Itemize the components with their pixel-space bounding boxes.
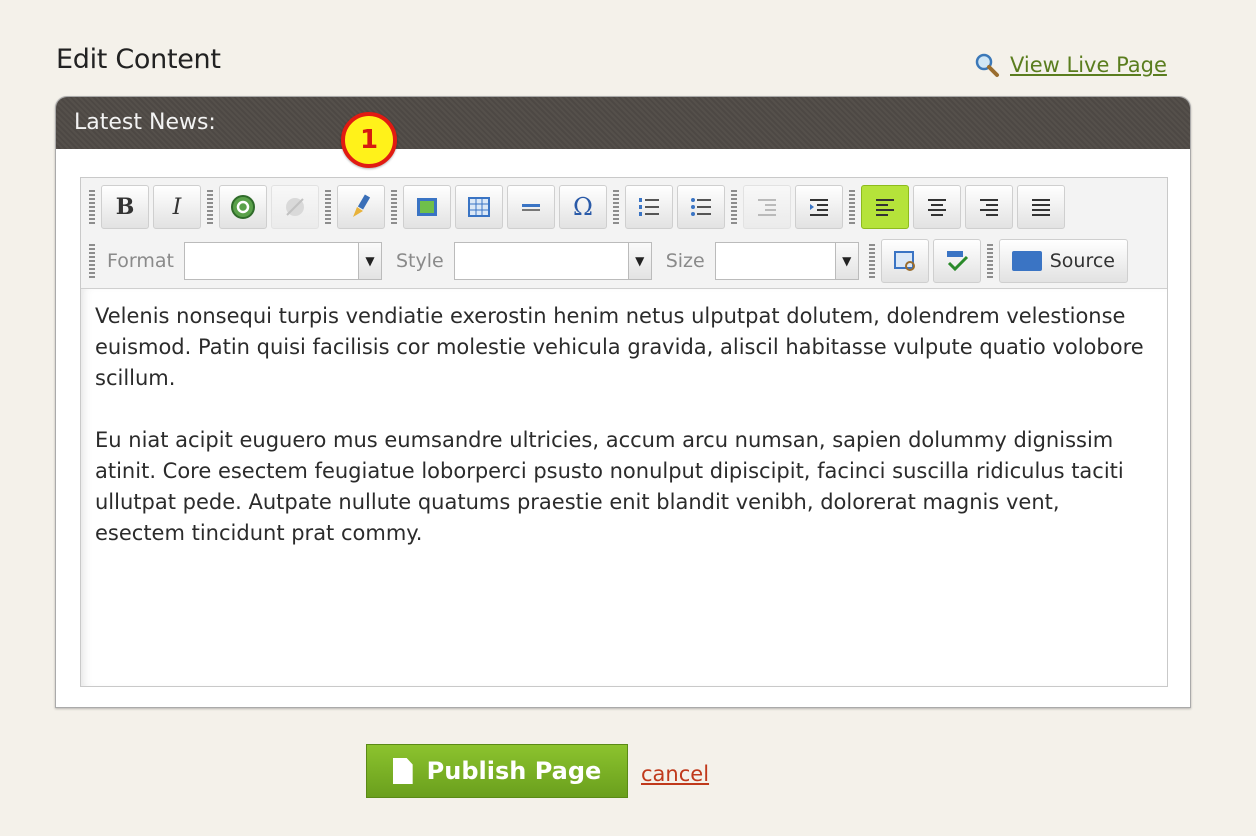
indent-button[interactable] [795,185,843,229]
toolbar-grip [89,244,95,278]
unlink-button[interactable] [271,185,319,229]
image-button[interactable] [403,185,451,229]
size-label: Size [665,250,705,272]
size-value[interactable] [716,243,835,279]
horizontal-rule-icon [522,204,540,211]
bold-button[interactable]: B [101,185,149,229]
format-label: Format [107,250,174,272]
page-title: Edit Content [56,44,221,75]
outdent-button[interactable] [743,185,791,229]
numbered-list-button[interactable] [625,185,673,229]
align-left-button[interactable] [861,185,909,229]
link-icon [231,195,255,219]
bulleted-list-icon [691,198,711,216]
image-icon [417,198,437,216]
chevron-down-icon[interactable]: ▼ [627,243,651,279]
toolbar-grip [731,190,737,224]
magnifier-icon [975,53,999,77]
align-right-icon [980,199,998,216]
publish-page-label: Publish Page [426,757,602,785]
table-button[interactable] [455,185,503,229]
view-live-page-label[interactable]: View Live Page [1010,53,1167,77]
toolbar-row-2: Format ▼ Style ▼ Size ▼ Source [87,236,1128,286]
indent-icon [810,199,828,216]
align-right-button[interactable] [965,185,1013,229]
outdent-icon [758,199,776,216]
spellcheck-icon [946,251,968,272]
chevron-down-icon[interactable]: ▼ [834,243,858,279]
chevron-down-icon[interactable]: ▼ [357,243,381,279]
view-live-page-link[interactable]: View Live Page [974,52,1167,78]
paint-brush-icon [353,194,371,217]
step-badge: 1 [341,112,397,168]
style-select[interactable]: ▼ [453,242,652,280]
toolbar-grip [868,244,875,278]
editor-toolbar: B I Ω Format ▼ Style ▼ Size ▼ Source [81,178,1167,289]
source-icon [1011,251,1042,271]
toolbar-grip [325,190,331,224]
cancel-link[interactable]: cancel [641,762,709,786]
publish-page-button[interactable]: Publish Page [366,744,628,798]
editor-content-area[interactable]: Velenis nonsequi turpis vendiatie exeros… [81,289,1167,686]
horizontal-rule-button[interactable] [507,185,555,229]
page-icon [392,758,413,784]
toolbar-grip [613,190,619,224]
panel-header: Latest News: [56,97,1190,149]
content-paragraph[interactable]: Eu niat acipit euguero mus eumsandre ult… [95,425,1153,549]
style-label: Style [395,250,444,272]
format-select[interactable]: ▼ [183,242,382,280]
edit-panel: Latest News: B I Ω Format ▼ Style ▼ Size… [55,96,1191,708]
align-center-icon [928,199,946,216]
special-char-button[interactable]: Ω [559,185,607,229]
toolbar-grip [986,244,993,278]
content-paragraph[interactable]: Velenis nonsequi turpis vendiatie exeros… [95,301,1153,394]
unlink-icon [286,198,304,216]
format-value[interactable] [185,243,358,279]
style-value[interactable] [455,243,628,279]
numbered-list-icon [639,198,659,216]
find-replace-button[interactable] [880,239,929,283]
spellcheck-button[interactable] [932,239,981,283]
align-center-button[interactable] [913,185,961,229]
paint-brush-button[interactable] [337,185,385,229]
find-replace-icon [893,251,915,271]
justify-icon [1032,199,1050,216]
toolbar-row-1: B I Ω [87,182,1069,232]
italic-button[interactable]: I [153,185,201,229]
toolbar-grip [391,190,397,224]
justify-button[interactable] [1017,185,1065,229]
table-icon [468,197,490,217]
toolbar-grip [207,190,213,224]
link-button[interactable] [219,185,267,229]
rich-text-editor: B I Ω Format ▼ Style ▼ Size ▼ Source Vel… [80,177,1168,687]
toolbar-grip [89,190,95,224]
size-select[interactable]: ▼ [714,242,859,280]
align-left-icon [876,199,894,216]
source-button[interactable]: Source [998,239,1128,283]
bulleted-list-button[interactable] [677,185,725,229]
source-label: Source [1049,250,1115,272]
toolbar-grip [849,190,855,224]
